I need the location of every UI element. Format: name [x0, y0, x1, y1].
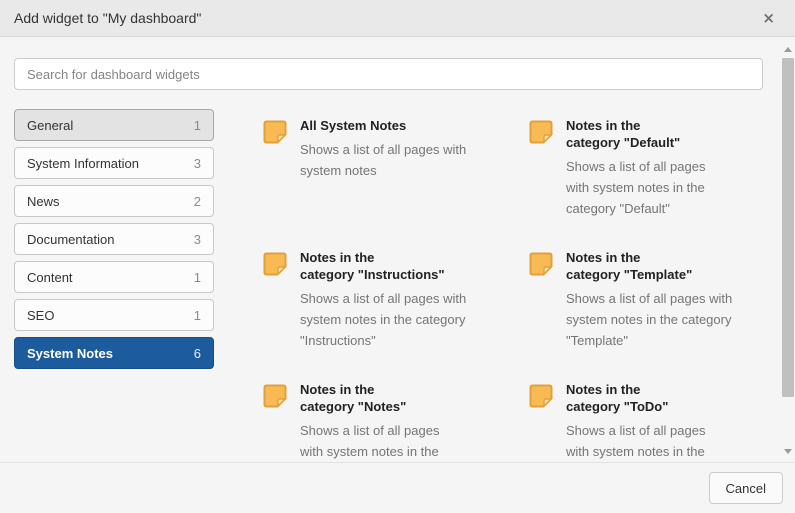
- sidebar-item-content[interactable]: Content 1: [14, 261, 214, 293]
- widget-grid: All System Notes Shows a list of all pag…: [262, 117, 778, 463]
- category-label: SEO: [27, 308, 54, 323]
- sidebar-item-documentation[interactable]: Documentation 3: [14, 223, 214, 255]
- category-count-badge: 1: [194, 118, 201, 133]
- sticky-note-icon: [262, 251, 288, 277]
- sidebar-item-system-notes[interactable]: System Notes 6: [14, 337, 214, 369]
- category-count-badge: 3: [194, 232, 201, 247]
- dialog-title: Add widget to "My dashboard": [14, 10, 201, 26]
- scroll-down-icon[interactable]: [784, 449, 792, 454]
- category-count-badge: 6: [194, 346, 201, 361]
- category-count-badge: 1: [194, 308, 201, 323]
- sidebar-item-seo[interactable]: SEO 1: [14, 299, 214, 331]
- widget-title: Notes in the category "ToDo": [566, 381, 705, 415]
- category-count-badge: 3: [194, 156, 201, 171]
- sticky-note-icon: [528, 383, 554, 409]
- widget-description: Shows a list of all pages with system no…: [566, 288, 732, 351]
- sidebar-item-news[interactable]: News 2: [14, 185, 214, 217]
- sticky-note-icon: [262, 383, 288, 409]
- cancel-button[interactable]: Cancel: [709, 472, 783, 504]
- widget-title: All System Notes: [300, 117, 466, 134]
- category-label: Documentation: [27, 232, 114, 247]
- sticky-note-icon: [528, 119, 554, 145]
- widget-item[interactable]: Notes in the category "Default" Shows a …: [528, 117, 778, 219]
- vertical-scrollbar[interactable]: [781, 37, 795, 462]
- sticky-note-icon: [262, 119, 288, 145]
- dialog-header: Add widget to "My dashboard" ×: [0, 0, 795, 37]
- category-count-badge: 1: [194, 270, 201, 285]
- widget-text: All System Notes Shows a list of all pag…: [300, 117, 466, 181]
- widget-description: Shows a list of all pages with system no…: [566, 420, 705, 463]
- category-sidebar: General 1 System Information 3 News 2 Do…: [14, 109, 214, 463]
- category-label: News: [27, 194, 60, 209]
- widget-text: Notes in the category "ToDo" Shows a lis…: [566, 381, 705, 463]
- widget-title: Notes in the category "Template": [566, 249, 732, 283]
- widget-item[interactable]: Notes in the category "Instructions" Sho…: [262, 249, 512, 351]
- sidebar-item-general[interactable]: General 1: [14, 109, 214, 141]
- widget-item[interactable]: Notes in the category "Notes" Shows a li…: [262, 381, 512, 463]
- category-count-badge: 2: [194, 194, 201, 209]
- category-label: System Notes: [27, 346, 113, 361]
- dialog-body: General 1 System Information 3 News 2 Do…: [0, 37, 795, 463]
- widget-text: Notes in the category "Notes" Shows a li…: [300, 381, 439, 463]
- scroll-up-icon[interactable]: [784, 47, 792, 52]
- add-widget-dialog: Add widget to "My dashboard" × General 1…: [0, 0, 795, 513]
- widget-description: Shows a list of all pages with system no…: [300, 420, 439, 463]
- widget-description: Shows a list of all pages with system no…: [300, 139, 466, 181]
- widget-text: Notes in the category "Default" Shows a …: [566, 117, 705, 219]
- widget-title: Notes in the category "Default": [566, 117, 705, 151]
- category-label: General: [27, 118, 73, 133]
- widget-title: Notes in the category "Notes": [300, 381, 439, 415]
- widget-title: Notes in the category "Instructions": [300, 249, 466, 283]
- dialog-footer: Cancel: [0, 463, 795, 513]
- widget-description: Shows a list of all pages with system no…: [566, 156, 705, 219]
- category-label: System Information: [27, 156, 139, 171]
- widget-item[interactable]: All System Notes Shows a list of all pag…: [262, 117, 512, 181]
- sidebar-item-system-information[interactable]: System Information 3: [14, 147, 214, 179]
- search-input[interactable]: [14, 58, 763, 90]
- widget-item[interactable]: Notes in the category "ToDo" Shows a lis…: [528, 381, 778, 463]
- widget-item[interactable]: Notes in the category "Template" Shows a…: [528, 249, 778, 351]
- scrollbar-thumb[interactable]: [782, 58, 794, 397]
- category-label: Content: [27, 270, 73, 285]
- widget-text: Notes in the category "Instructions" Sho…: [300, 249, 466, 351]
- close-icon[interactable]: ×: [756, 9, 781, 28]
- widget-description: Shows a list of all pages with system no…: [300, 288, 466, 351]
- sticky-note-icon: [528, 251, 554, 277]
- content-row: General 1 System Information 3 News 2 Do…: [14, 109, 781, 463]
- widget-text: Notes in the category "Template" Shows a…: [566, 249, 732, 351]
